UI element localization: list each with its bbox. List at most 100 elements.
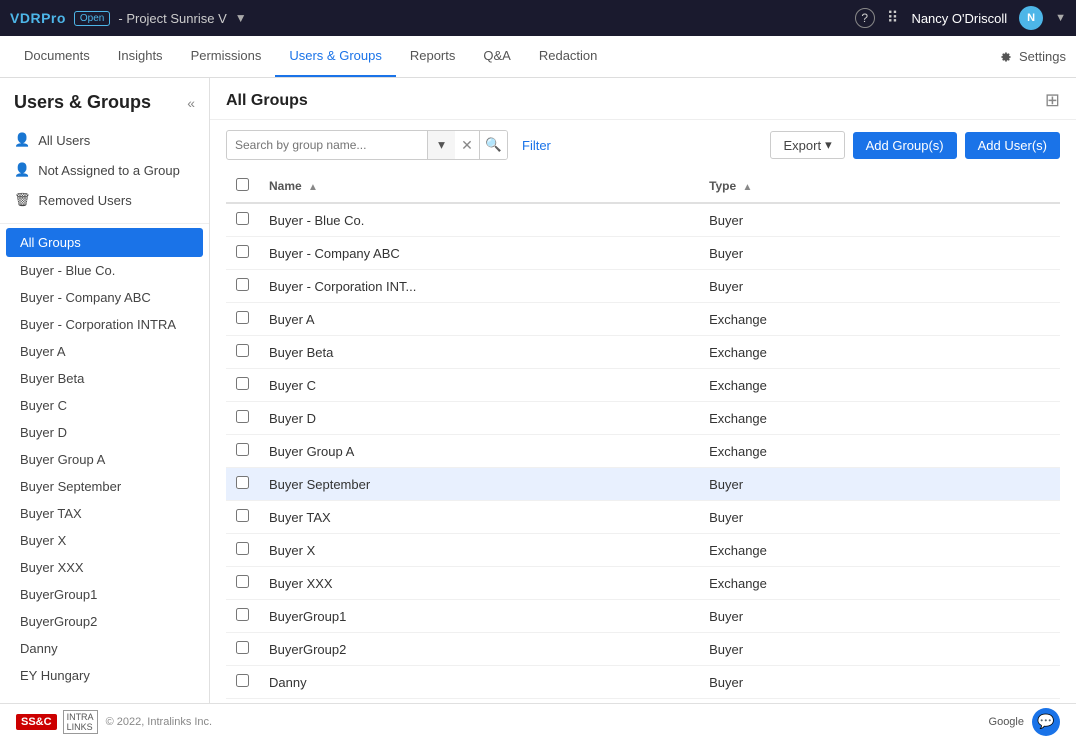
row-checkbox[interactable] [236,641,249,654]
header-name-label: Name [269,179,302,193]
table-row[interactable]: Buyer XExchange [226,534,1060,567]
table-row[interactable]: Buyer AExchange [226,303,1060,336]
sidebar-group-item[interactable]: Buyer - Corporation INTRA [0,311,209,338]
google-link[interactable]: Google [989,716,1024,728]
row-checkbox[interactable] [236,674,249,687]
table-row[interactable]: Buyer XXXExchange [226,567,1060,600]
table-row[interactable]: DannyBuyer [226,666,1060,699]
tab-qna[interactable]: Q&A [469,36,524,77]
tab-users-groups[interactable]: Users & Groups [275,36,395,77]
sidebar-group-item[interactable]: Buyer X [0,527,209,554]
row-checkbox[interactable] [236,410,249,423]
sidebar-group-item[interactable]: Buyer September [0,473,209,500]
search-input[interactable] [227,138,427,152]
chat-icon[interactable]: 💬 [1032,708,1060,736]
tab-permissions[interactable]: Permissions [177,36,276,77]
user-avatar-icon: N [1019,6,1043,30]
sidebar-item-all-groups[interactable]: All Groups [6,228,203,257]
search-dropdown-button[interactable]: ▾ [427,130,455,160]
table-row[interactable]: BuyerGroup2Buyer [226,633,1060,666]
table-row[interactable]: Buyer DExchange [226,402,1060,435]
row-checkbox[interactable] [236,377,249,390]
filter-button[interactable]: Filter [516,138,557,153]
project-chevron-icon[interactable]: ▼ [235,11,247,25]
row-checkbox[interactable] [236,311,249,324]
table-row[interactable]: Buyer - Company ABCBuyer [226,237,1060,270]
add-groups-button[interactable]: Add Group(s) [853,132,957,159]
sidebar-group-item[interactable]: Buyer Beta [0,365,209,392]
row-checkbox[interactable] [236,212,249,225]
row-checkbox[interactable] [236,278,249,291]
row-checkbox[interactable] [236,608,249,621]
row-checkbox[interactable] [236,245,249,258]
sidebar-group-item[interactable]: EY Hungary [0,662,209,689]
select-all-checkbox[interactable] [236,178,249,191]
row-checkbox[interactable] [236,575,249,588]
table-row[interactable]: Buyer TAXBuyer [226,501,1060,534]
settings-label[interactable]: Settings [1019,49,1066,64]
sidebar-item-removed-users[interactable]: 🗑 Removed Users [0,185,209,215]
sidebar-group-item[interactable]: Buyer Group A [0,446,209,473]
grid-view-icon[interactable]: ⊞ [1045,90,1060,111]
sidebar-item-label-all-groups: All Groups [20,235,81,250]
row-name: Buyer D [259,402,699,435]
row-name: Buyer TAX [259,501,699,534]
table-row[interactable]: Buyer BetaExchange [226,336,1060,369]
table-row[interactable]: Buyer SeptemberBuyer [226,468,1060,501]
row-type: Buyer [699,666,1060,699]
top-bar: VDRPro Open - Project Sunrise V ▼ ? ⠿ Na… [0,0,1076,36]
tab-redaction[interactable]: Redaction [525,36,612,77]
export-button[interactable]: Export ▾ [770,131,844,159]
not-assigned-icon: 👤 [14,162,30,178]
row-type: Exchange [699,567,1060,600]
sidebar-group-item[interactable]: Buyer - Blue Co. [0,257,209,284]
search-clear-button[interactable]: ✕ [455,130,479,160]
tab-insights[interactable]: Insights [104,36,177,77]
content-title: All Groups [226,92,308,110]
grid-icon[interactable]: ⠿ [887,8,900,28]
settings-link[interactable]: Settings [997,49,1066,65]
row-type: Exchange [699,402,1060,435]
help-icon[interactable]: ? [855,8,875,28]
sidebar-group-item[interactable]: Buyer A [0,338,209,365]
sidebar-item-label-removed-users: Removed Users [39,193,132,208]
row-checkbox[interactable] [236,509,249,522]
sidebar-collapse-icon[interactable]: « [187,95,195,111]
content-header: All Groups ⊞ [210,78,1076,120]
row-type: Exchange [699,534,1060,567]
open-badge: Open [74,11,110,26]
sidebar-group-item[interactable]: Buyer TAX [0,500,209,527]
table-row[interactable]: Buyer Group AExchange [226,435,1060,468]
user-chevron-icon[interactable]: ▼ [1055,12,1066,24]
sidebar-item-all-users[interactable]: 👤 All Users [0,125,209,155]
add-user-button[interactable]: Add User(s) [965,132,1060,159]
table-row[interactable]: BuyerGroup1Buyer [226,600,1060,633]
tab-reports[interactable]: Reports [396,36,470,77]
table-row[interactable]: Buyer CExchange [226,369,1060,402]
sidebar-group-item[interactable]: Danny [0,635,209,662]
row-checkbox[interactable] [236,443,249,456]
table-row[interactable]: Buyer - Corporation INT...Buyer [226,270,1060,303]
row-name: Buyer - Blue Co. [259,203,699,237]
sidebar-group-item[interactable]: Buyer - Company ABC [0,284,209,311]
header-name[interactable]: Name ▲ [259,170,699,203]
row-checkbox[interactable] [236,476,249,489]
sidebar-group-item[interactable]: Buyer D [0,419,209,446]
removed-users-icon: 🗑 [14,192,31,208]
row-checkbox[interactable] [236,542,249,555]
sidebar-group-item[interactable]: BuyerGroup2 [0,608,209,635]
sidebar-item-label-not-assigned: Not Assigned to a Group [38,163,180,178]
sidebar-item-not-assigned[interactable]: 👤 Not Assigned to a Group [0,155,209,185]
row-checkbox[interactable] [236,344,249,357]
tab-documents[interactable]: Documents [10,36,104,77]
sidebar-group-item[interactable]: BuyerGroup1 [0,581,209,608]
content-area: All Groups ⊞ ▾ ✕ 🔍 Filter Export ▾ Add G… [210,78,1076,703]
search-submit-button[interactable]: 🔍 [479,130,507,160]
row-name: Buyer - Corporation INT... [259,270,699,303]
table-header: Name ▲ Type ▲ [226,170,1060,203]
user-name: Nancy O'Driscoll [911,11,1007,26]
table-row[interactable]: Buyer - Blue Co.Buyer [226,203,1060,237]
header-type[interactable]: Type ▲ [699,170,1060,203]
sidebar-group-item[interactable]: Buyer XXX [0,554,209,581]
sidebar-group-item[interactable]: Buyer C [0,392,209,419]
